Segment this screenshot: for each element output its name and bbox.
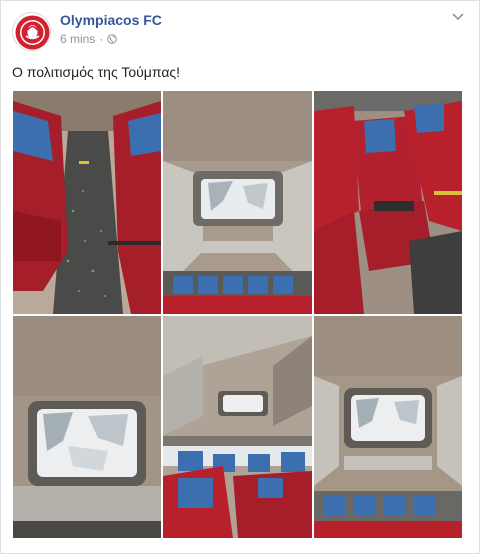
broken-roof-hatch-image <box>163 91 312 314</box>
photo-3[interactable] <box>314 91 462 314</box>
damaged-seat-image <box>314 91 462 314</box>
roof-hatch-wide-image <box>314 316 462 538</box>
photo-5[interactable] <box>163 316 312 538</box>
post-timestamp[interactable]: 6 mins <box>60 32 95 46</box>
post-meta: 6 mins · <box>60 32 118 46</box>
roof-hatch-closeup-image <box>13 316 161 538</box>
photo-grid <box>13 91 462 540</box>
meta-separator: · <box>99 32 104 46</box>
bus-interior-ceiling-image <box>163 316 312 538</box>
facebook-post: Olympiacos FC 6 mins · Ο πολιτισμός της … <box>0 0 480 554</box>
bus-aisle-image <box>13 91 161 314</box>
globe-icon[interactable] <box>107 34 118 44</box>
photo-2[interactable] <box>163 91 312 314</box>
photo-4[interactable] <box>13 316 161 538</box>
post-text: Ο πολιτισμός της Τούμπας! <box>12 64 181 80</box>
olympiacos-logo <box>15 15 50 50</box>
photo-1[interactable] <box>13 91 161 314</box>
chevron-down-icon[interactable] <box>451 11 465 23</box>
photo-6[interactable] <box>314 316 462 538</box>
page-name-link[interactable]: Olympiacos FC <box>60 12 162 28</box>
page-avatar[interactable] <box>12 12 51 51</box>
